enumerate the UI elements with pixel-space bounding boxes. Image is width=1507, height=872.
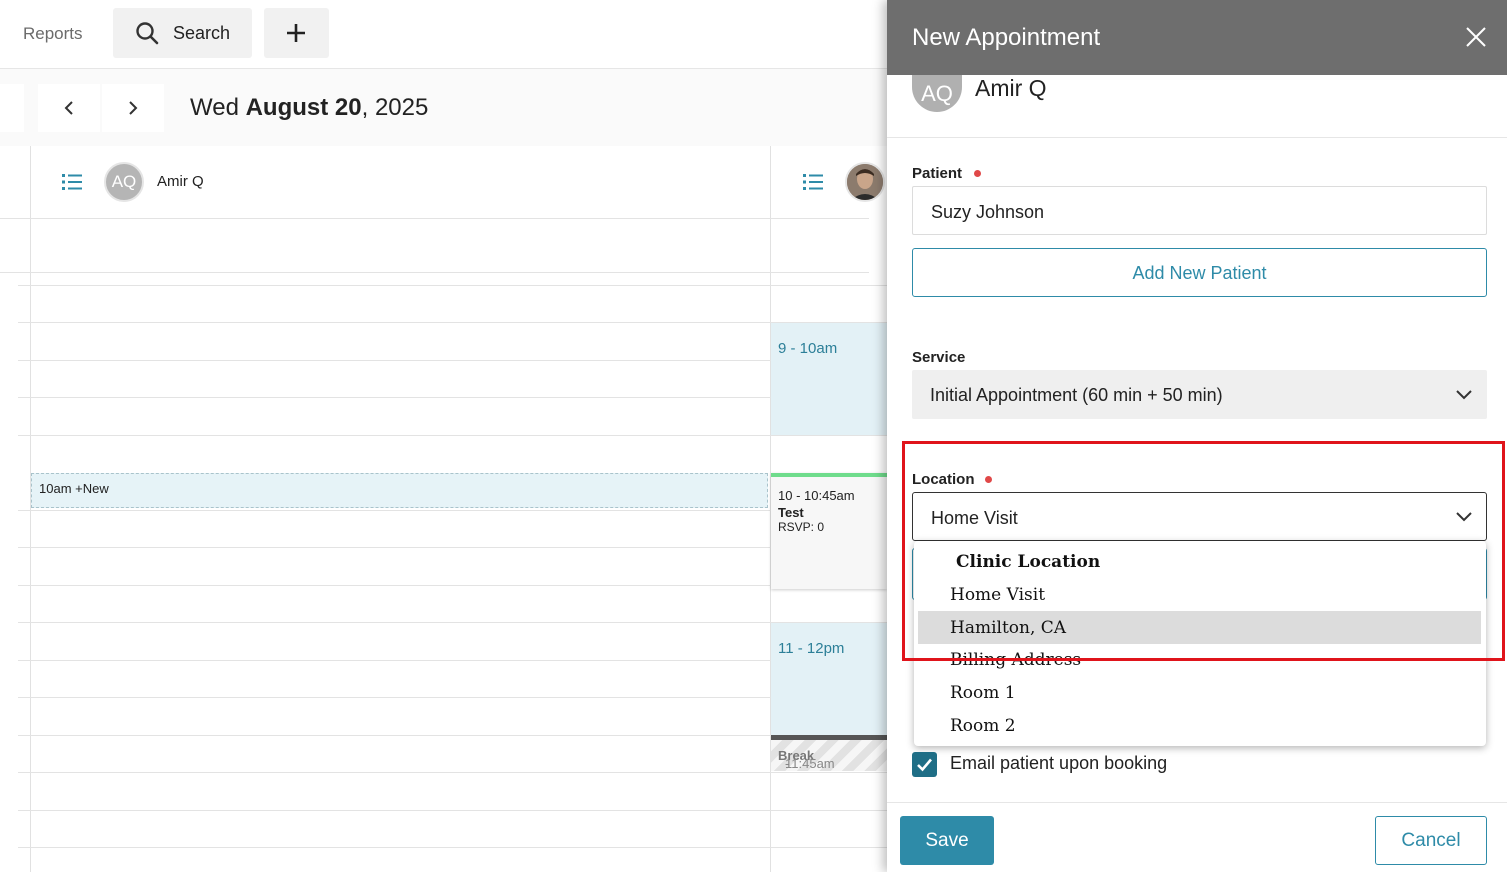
cancel-button[interactable]: Cancel (1375, 816, 1487, 865)
grid-line (18, 622, 887, 623)
list-view-icon[interactable] (803, 173, 823, 191)
grid-line (0, 218, 869, 219)
email-checkbox-label[interactable]: Email patient upon booking (950, 753, 1167, 774)
date-month-day: August 20 (245, 94, 362, 121)
provider-name[interactable]: Amir Q (157, 173, 204, 190)
event-card-test[interactable]: 10 - 10:45am Test RSVP: 0 (771, 473, 887, 589)
today-button[interactable] (0, 84, 24, 132)
break-separator: - (785, 756, 790, 771)
calendar-grid (0, 146, 887, 872)
add-button[interactable] (264, 8, 329, 58)
person-photo-icon (847, 164, 883, 200)
add-new-patient-label: Add New Patient (1132, 263, 1267, 283)
grid-line (18, 510, 887, 511)
grid-line (18, 810, 887, 811)
patient-field[interactable]: Suzy Johnson (912, 186, 1487, 235)
avatar: AQ (104, 162, 144, 202)
list-view-icon[interactable] (62, 173, 82, 191)
search-label: Search (173, 23, 231, 43)
grid-line (0, 272, 869, 273)
save-button[interactable]: Save (900, 816, 994, 865)
grid-line (18, 285, 887, 286)
next-day-button[interactable] (102, 84, 164, 132)
divider (887, 137, 1507, 138)
grid-line (18, 660, 887, 661)
service-select[interactable]: Initial Appointment (60 min + 50 min) (912, 370, 1487, 419)
check-icon (917, 758, 932, 772)
current-date: Wed August 20, 2025 (190, 94, 429, 121)
avatar-initials: AQ (921, 80, 953, 106)
close-icon[interactable] (1464, 25, 1488, 49)
date-weekday: Wed (190, 94, 239, 121)
break-card[interactable]: 11:45am - Break (771, 735, 887, 771)
appointment-time: 9 - 10am (778, 340, 838, 357)
chevron-down-icon (1456, 390, 1472, 400)
plus-icon (287, 24, 305, 42)
patient-label: Patient (912, 165, 963, 182)
grid-line (18, 735, 887, 736)
search-button[interactable]: Search (113, 8, 252, 58)
new-appointment-slot[interactable]: 10am +New (31, 473, 768, 508)
date-year: 2025 (374, 94, 429, 121)
required-indicator (974, 170, 981, 177)
appointment-time: 11 - 12pm (778, 640, 845, 657)
reports-link[interactable]: Reports (23, 24, 83, 44)
location-option[interactable]: Room 1 (950, 683, 1016, 703)
grid-line (18, 585, 887, 586)
service-label: Service (912, 349, 966, 366)
grid-line (18, 322, 887, 323)
break-time: 11:45am (785, 756, 835, 771)
chevron-right-icon (129, 101, 138, 115)
grid-line (18, 397, 887, 398)
email-checkbox[interactable] (912, 752, 937, 777)
event-title: Test (778, 505, 804, 520)
add-new-patient-button[interactable]: Add New Patient (912, 248, 1487, 297)
grid-line (18, 435, 887, 436)
prev-day-button[interactable] (38, 84, 100, 132)
grid-line (18, 697, 887, 698)
provider-name: Amir Q (975, 75, 1047, 101)
grid-line (18, 547, 887, 548)
patient-value: Suzy Johnson (931, 202, 1045, 222)
grid-line (18, 360, 887, 361)
grid-line (18, 772, 887, 773)
panel-title: New Appointment (912, 24, 1101, 51)
chevron-left-icon (64, 101, 73, 115)
service-value: Initial Appointment (60 min + 50 min) (930, 385, 1223, 405)
break-label: 11:45am - Break (778, 748, 835, 771)
annotation-highlight-box (902, 441, 1505, 661)
avatar-initials: AQ (111, 172, 137, 191)
location-option[interactable]: Room 2 (950, 716, 1016, 736)
provider-photo-avatar (845, 162, 885, 202)
grid-line (18, 847, 887, 848)
search-icon (136, 22, 159, 45)
event-rsvp: RSVP: 0 (778, 520, 825, 534)
new-slot-label: 10am +New (39, 481, 109, 496)
divider (887, 802, 1507, 803)
event-time: 10 - 10:45am (778, 488, 855, 503)
grid-line (30, 146, 31, 872)
